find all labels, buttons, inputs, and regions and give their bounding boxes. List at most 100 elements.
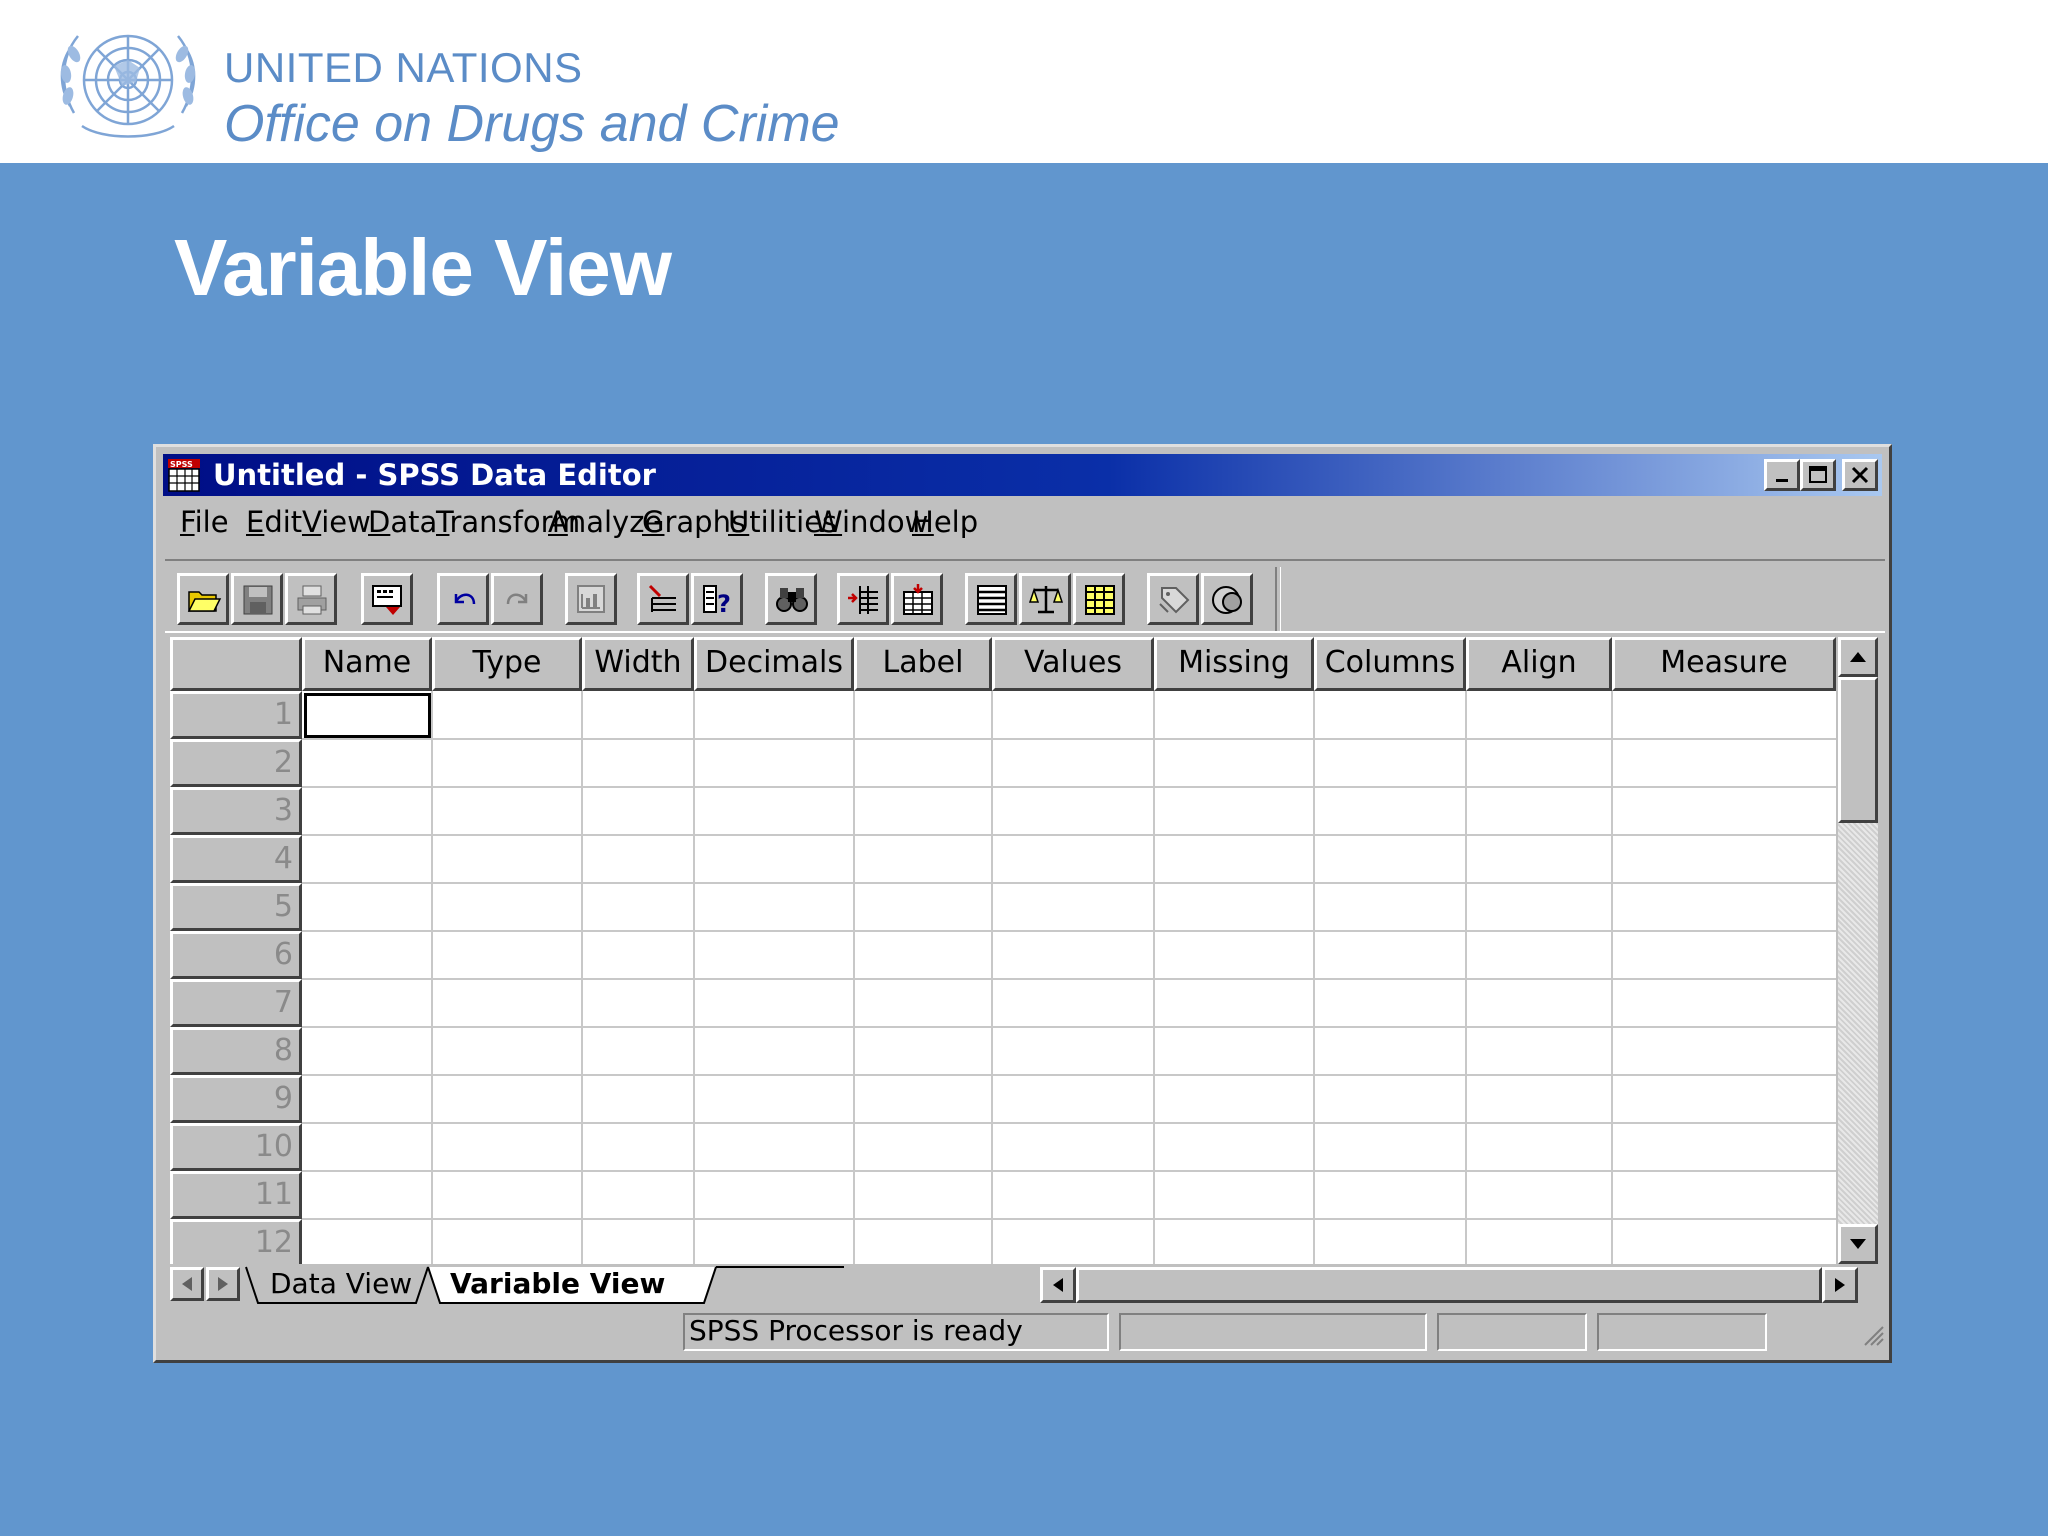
org-name: UNITED NATIONS xyxy=(224,44,583,91)
menu-file[interactable]: File xyxy=(180,505,229,539)
grid-line xyxy=(302,786,1836,788)
value-labels-button[interactable] xyxy=(1147,573,1199,625)
grid-line xyxy=(302,738,1836,740)
slide-header: UNITED NATIONS Office on Drugs and Crime xyxy=(0,0,2048,163)
menu-help[interactable]: Help xyxy=(912,505,978,539)
save-button[interactable] xyxy=(231,573,283,625)
grid-line xyxy=(302,1122,1836,1124)
tab-data-view[interactable]: Data View xyxy=(270,1267,412,1300)
column-header-name[interactable]: Name xyxy=(302,637,432,691)
org-subtitle: Office on Drugs and Crime xyxy=(224,95,840,153)
value-labels-icon xyxy=(1159,587,1190,614)
arrow-left-icon xyxy=(1053,1278,1063,1292)
column-header-columns[interactable]: Columns xyxy=(1314,637,1466,691)
row-header[interactable]: 12 xyxy=(170,1219,302,1264)
redo-icon xyxy=(506,593,528,605)
minimize-icon xyxy=(1776,479,1788,482)
open-button[interactable] xyxy=(177,573,229,625)
tab-scroll-right-button[interactable] xyxy=(206,1267,240,1301)
tab-variable-view[interactable]: Variable View xyxy=(450,1267,665,1300)
menu-edit[interactable]: Edit xyxy=(246,505,302,539)
grid-line xyxy=(302,1074,1836,1076)
row-header[interactable]: 3 xyxy=(170,787,302,835)
dialog-recall-button[interactable] xyxy=(361,573,413,625)
column-header-type[interactable]: Type xyxy=(432,637,582,691)
redo-button[interactable] xyxy=(491,573,543,625)
minimize-button[interactable] xyxy=(1764,459,1800,491)
arrow-right-icon xyxy=(218,1277,228,1291)
select-cases-button[interactable] xyxy=(1073,573,1125,625)
column-header-decimals[interactable]: Decimals xyxy=(694,637,854,691)
insert-variable-button[interactable] xyxy=(891,573,943,625)
active-cell-name-row-1[interactable] xyxy=(304,693,431,738)
use-sets-button[interactable] xyxy=(1201,573,1253,625)
maximize-button[interactable] xyxy=(1800,459,1836,491)
horizontal-scroll-thumb[interactable] xyxy=(1076,1267,1822,1303)
dialog-recall-icon xyxy=(372,585,402,615)
column-header-measure[interactable]: Measure xyxy=(1612,637,1836,691)
split-file-icon xyxy=(977,585,1007,615)
scroll-left-button[interactable] xyxy=(1040,1267,1076,1303)
column-header-label[interactable]: Label xyxy=(854,637,992,691)
svg-text:SPSS: SPSS xyxy=(170,460,193,469)
column-header-missing[interactable]: Missing xyxy=(1154,637,1314,691)
column-header-align[interactable]: Align xyxy=(1466,637,1612,691)
grid-line xyxy=(302,978,1836,980)
grid-line xyxy=(302,1026,1836,1028)
menu-data[interactable]: Data xyxy=(368,505,437,539)
tab-scroll-left-button[interactable] xyxy=(170,1267,204,1301)
grid-corner[interactable] xyxy=(170,637,302,691)
row-header[interactable]: 8 xyxy=(170,1027,302,1075)
vertical-scrollbar[interactable] xyxy=(1838,637,1878,1264)
row-header[interactable]: 2 xyxy=(170,739,302,787)
variable-grid: Name Type Width Decimals Label Values Mi… xyxy=(170,637,1836,1264)
row-header[interactable]: 9 xyxy=(170,1075,302,1123)
toolbar-separator xyxy=(1275,567,1281,631)
row-header[interactable]: 1 xyxy=(170,691,302,739)
row-header[interactable]: 5 xyxy=(170,883,302,931)
save-icon xyxy=(243,585,273,615)
goto-chart-button[interactable] xyxy=(565,573,617,625)
print-icon xyxy=(297,585,327,615)
split-file-button[interactable] xyxy=(965,573,1017,625)
status-panel-4 xyxy=(1597,1313,1767,1351)
resize-grip-icon[interactable] xyxy=(1861,1323,1885,1347)
row-header[interactable]: 10 xyxy=(170,1123,302,1171)
weight-cases-button[interactable] xyxy=(1019,573,1071,625)
horizontal-scrollbar[interactable] xyxy=(1040,1267,1858,1303)
status-panel-3 xyxy=(1437,1313,1587,1351)
scroll-right-button[interactable] xyxy=(1822,1267,1858,1303)
grid-line xyxy=(302,930,1836,932)
arrow-left-icon xyxy=(182,1277,192,1291)
scroll-up-button[interactable] xyxy=(1838,637,1878,677)
row-header[interactable]: 11 xyxy=(170,1171,302,1219)
window-title: Untitled - SPSS Data Editor xyxy=(213,458,656,492)
grid-line xyxy=(302,882,1836,884)
close-icon xyxy=(1851,466,1869,484)
svg-text:?: ? xyxy=(717,590,731,618)
find-button[interactable] xyxy=(765,573,817,625)
spss-data-editor-icon: SPSS xyxy=(168,459,200,492)
grid-line xyxy=(302,834,1836,836)
column-header-width[interactable]: Width xyxy=(582,637,694,691)
insert-case-button[interactable] xyxy=(837,573,889,625)
vertical-scroll-thumb[interactable] xyxy=(1838,677,1878,823)
print-button[interactable] xyxy=(285,573,337,625)
variables-button[interactable]: ? xyxy=(691,573,743,625)
menu-view[interactable]: View xyxy=(302,505,371,539)
row-header[interactable]: 4 xyxy=(170,835,302,883)
close-button[interactable] xyxy=(1842,459,1878,491)
window-titlebar[interactable]: SPSS Untitled - SPSS Data Editor xyxy=(163,454,1882,496)
column-header-values[interactable]: Values xyxy=(992,637,1154,691)
spss-data-editor-window: SPSS Untitled - SPSS Data Editor File Ed… xyxy=(153,444,1892,1363)
scroll-down-button[interactable] xyxy=(1838,1224,1878,1264)
row-header[interactable]: 6 xyxy=(170,931,302,979)
variables-info-icon: ? xyxy=(703,585,731,618)
row-header[interactable]: 7 xyxy=(170,979,302,1027)
undo-button[interactable] xyxy=(437,573,489,625)
status-bar: SPSS Processor is ready xyxy=(165,1309,1885,1353)
goto-chart-icon xyxy=(577,585,605,613)
un-emblem-icon xyxy=(60,34,196,138)
goto-case-button[interactable] xyxy=(637,573,689,625)
maximize-icon xyxy=(1809,466,1827,483)
